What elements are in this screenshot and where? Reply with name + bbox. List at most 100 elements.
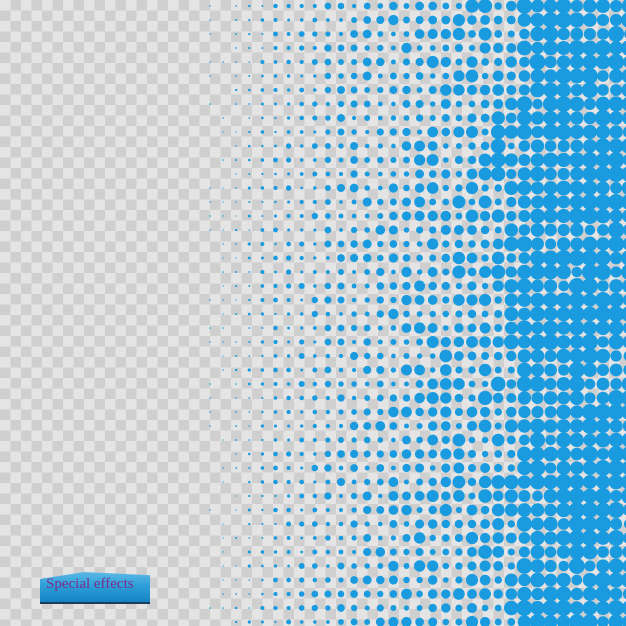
halftone-dot (403, 240, 410, 248)
halftone-dot (518, 405, 531, 419)
halftone-dot (273, 157, 278, 163)
halftone-dot (235, 453, 237, 455)
halftone-dot (376, 128, 384, 136)
halftone-dot (517, 195, 531, 209)
halftone-dot (286, 312, 291, 316)
halftone-dot (529, 54, 546, 70)
halftone-dot (363, 408, 371, 416)
halftone-dot (609, 69, 624, 83)
halftone-dot (402, 127, 411, 137)
halftone-dot (287, 172, 291, 176)
halftone-dot (313, 242, 317, 246)
halftone-dot (286, 479, 291, 485)
halftone-dot (376, 16, 385, 24)
halftone-dot (480, 463, 491, 473)
halftone-dot (388, 183, 399, 193)
halftone-dot (426, 154, 439, 166)
halftone-dot (273, 74, 278, 78)
halftone-dot (364, 395, 371, 401)
halftone-dot (416, 254, 423, 262)
halftone-dot (597, 84, 609, 96)
halftone-dot (363, 436, 371, 444)
halftone-dot (440, 406, 452, 418)
halftone-dot (415, 169, 425, 179)
halftone-dot (517, 110, 532, 126)
halftone-dot (544, 546, 557, 558)
halftone-dot (556, 502, 571, 518)
halftone-dot (337, 590, 345, 598)
halftone-dot (595, 250, 611, 266)
halftone-dot (247, 88, 251, 92)
halftone-dot (248, 18, 251, 22)
halftone-dot (531, 406, 544, 418)
halftone-dot (465, 0, 479, 13)
halftone-dot (428, 170, 437, 178)
halftone-dot (248, 173, 251, 175)
halftone-dot (351, 409, 358, 415)
halftone-dot (403, 479, 410, 485)
halftone-dot (364, 381, 370, 387)
halftone-dot (248, 537, 251, 539)
halftone-dot (558, 280, 570, 292)
halftone-dot (582, 544, 598, 560)
halftone-dot (362, 491, 372, 501)
halftone-dot (570, 83, 583, 97)
halftone-dot (530, 195, 545, 209)
halftone-dot (247, 508, 251, 512)
halftone-dot (582, 236, 598, 252)
halftone-dot (274, 620, 277, 624)
halftone-dot (491, 433, 505, 447)
halftone-dot (518, 210, 531, 222)
halftone-dot (324, 296, 332, 304)
halftone-dot (622, 209, 626, 223)
halftone-dot (350, 604, 358, 612)
halftone-dot (338, 367, 344, 373)
halftone-dot (556, 110, 571, 126)
halftone-dot (493, 351, 503, 361)
halftone-dot (312, 199, 317, 205)
halftone-dot (209, 607, 211, 609)
halftone-dot (442, 2, 450, 10)
halftone-dot (506, 71, 516, 81)
halftone-dot (569, 194, 584, 210)
halftone-dot (377, 339, 383, 345)
halftone-dot (273, 18, 278, 22)
halftone-dot (427, 323, 438, 333)
halftone-dot (312, 507, 318, 513)
halftone-dot (609, 419, 623, 433)
halftone-dot (531, 517, 544, 531)
halftone-dot (494, 576, 502, 584)
halftone-dot (543, 181, 558, 195)
halftone-dot (351, 367, 357, 373)
halftone-dot (350, 156, 358, 164)
halftone-dot (492, 280, 504, 292)
halftone-dot (595, 474, 611, 490)
halftone-dot (326, 18, 330, 22)
halftone-dot (298, 380, 305, 388)
halftone-dot (351, 479, 357, 485)
halftone-dot (568, 306, 585, 322)
halftone-dot (260, 186, 265, 190)
halftone-dot (530, 503, 545, 517)
halftone-dot (298, 591, 305, 597)
halftone-dot (544, 503, 557, 517)
halftone-dot (582, 363, 597, 377)
halftone-dot (442, 577, 449, 583)
halftone-dot (377, 240, 384, 248)
halftone-dot (414, 364, 425, 376)
halftone-dot (455, 184, 463, 192)
halftone-dot (351, 213, 357, 219)
halftone-dot (222, 579, 224, 581)
halftone-dot (621, 615, 626, 626)
halftone-dot (312, 423, 317, 429)
halftone-dot (466, 406, 478, 418)
halftone-dot (299, 130, 304, 134)
halftone-dot (442, 72, 450, 80)
halftone-dot (312, 3, 317, 9)
halftone-dot (403, 184, 410, 192)
halftone-dot (248, 494, 251, 498)
halftone-dot (273, 451, 278, 457)
halftone-dot (209, 299, 211, 301)
halftone-dot (222, 355, 224, 357)
halftone-dot (530, 223, 545, 237)
